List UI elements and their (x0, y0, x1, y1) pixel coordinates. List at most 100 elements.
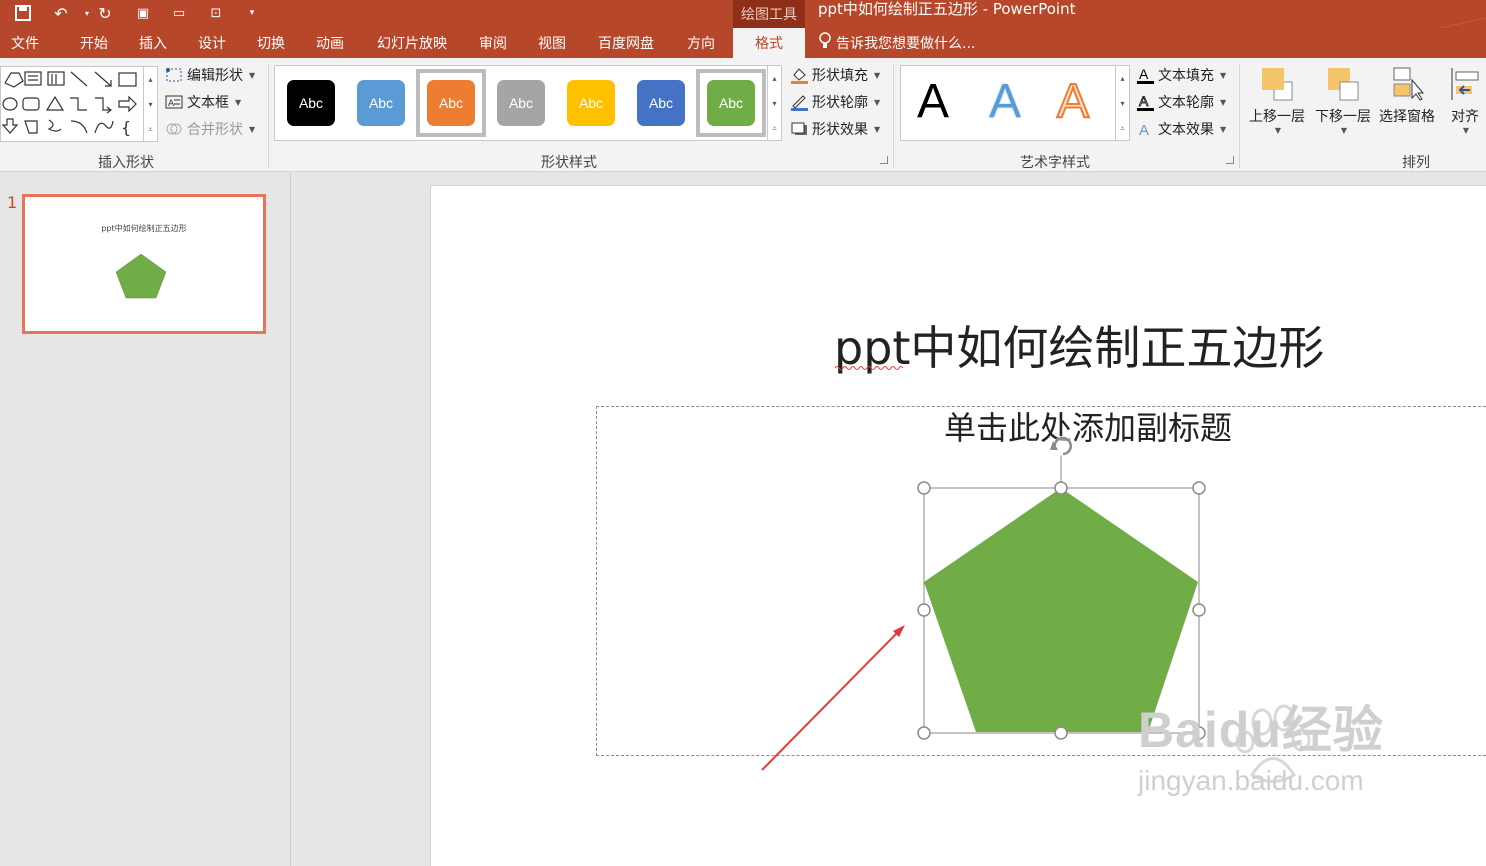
text-box-button[interactable]: A 文本框 ▼ (165, 91, 241, 113)
window-title: ppt中如何绘制正五边形 - PowerPoint (818, 0, 1076, 18)
watermark-sub: jingyan.baidu.com (1138, 765, 1364, 796)
tab-slideshow[interactable]: 幻灯片放映 (362, 28, 462, 58)
align-button[interactable]: 对齐 ▼ (1444, 66, 1486, 152)
shape-styles-group-label: 形状样式 (541, 155, 597, 171)
save-icon[interactable] (12, 2, 34, 24)
shape-style-swatch[interactable]: Abc (276, 69, 346, 137)
thumbnail-pentagon (115, 253, 167, 299)
svg-text:A: A (1139, 93, 1149, 109)
tell-me-box[interactable]: 告诉我您想要做什么... (818, 28, 975, 58)
shape-fill-button[interactable]: 形状填充 ▼ (790, 64, 880, 86)
edit-shape-button[interactable]: 编辑形状 ▼ (165, 64, 255, 86)
tab-review[interactable]: 审阅 (467, 28, 519, 58)
shape-style-swatch[interactable]: Abc (626, 69, 696, 137)
align-label: 对齐 (1451, 109, 1479, 125)
arrange-group-label: 排列 (1402, 155, 1430, 171)
styles-scroll-down-icon[interactable]: ▾ (767, 91, 781, 116)
dialog-launcher-icon[interactable] (880, 156, 888, 164)
shapes-more-icon[interactable]: ⩡ (143, 117, 157, 142)
tab-format[interactable]: 格式 (733, 28, 805, 58)
text-box-icon: A (165, 93, 183, 111)
tab-transitions[interactable]: 切换 (244, 28, 298, 58)
slide-thumbnail[interactable]: ppt中如何绘制正五边形 (22, 194, 266, 334)
shapes-gallery-icons: { (1, 71, 137, 137)
customize-icon[interactable]: ▾ (241, 2, 263, 24)
touch-mode-icon[interactable]: ⊡ (205, 2, 227, 24)
text-effects-label: 文本效果 (1158, 122, 1214, 138)
chevron-down-icon: ▼ (1340, 126, 1348, 135)
bring-forward-icon (1260, 66, 1294, 102)
bring-forward-button[interactable]: 上移一层 ▼ (1246, 66, 1308, 152)
dialog-launcher-icon[interactable] (1226, 156, 1234, 164)
chevron-down-icon: ▼ (249, 70, 256, 80)
shape-style-swatch[interactable]: Abc (556, 69, 626, 137)
redo-icon[interactable]: ↻ (94, 2, 116, 24)
shape-styles-gallery[interactable]: Abc Abc Abc Abc Abc Abc Abc ▴ ▾ ⩡ (274, 65, 782, 141)
tab-view[interactable]: 视图 (525, 28, 579, 58)
merge-shapes-icon (165, 120, 183, 138)
tab-baidu-netdisk[interactable]: 百度网盘 (584, 28, 668, 58)
shape-style-swatch[interactable]: Abc (486, 69, 556, 137)
subtitle-placeholder-text[interactable]: 单击此处添加副标题 (944, 406, 1232, 450)
shapes-gallery[interactable]: { ▴ ▾ ⩡ (0, 66, 158, 142)
chevron-down-icon: ▼ (1220, 124, 1227, 134)
edit-shape-icon (165, 66, 183, 84)
chevron-down-icon: ▼ (1462, 126, 1470, 135)
svg-text:{: { (121, 118, 131, 137)
shapes-scroll-down-icon[interactable]: ▾ (143, 92, 157, 117)
shape-effects-icon (790, 120, 808, 138)
svg-text:A: A (1139, 122, 1149, 138)
tab-home[interactable]: 开始 (66, 28, 122, 58)
shape-effects-label: 形状效果 (812, 122, 868, 138)
swatch-green: Abc (707, 80, 755, 126)
title-bar: ↶ ▾ ↻ ▣ ▭ ⊡ ▾ 绘图工具 ppt中如何绘制正五边形 - PowerP… (0, 0, 1486, 58)
wordart-scroll-down-icon[interactable]: ▾ (1115, 91, 1129, 116)
merge-shapes-button[interactable]: 合并形状 ▼ (165, 118, 255, 140)
shape-style-swatch[interactable]: Abc (696, 69, 766, 137)
text-box-label: 文本框 (187, 95, 229, 111)
wordart-sample-blue[interactable]: A (989, 74, 1021, 130)
ribbon: { ▴ ▾ ⩡ 编辑形状 ▼ A 文本框 ▼ 合并形状 ▼ 插入形状 Abc Abc … (0, 58, 1486, 172)
text-effects-button[interactable]: A 文本效果 ▼ (1136, 118, 1226, 140)
tab-design[interactable]: 设计 (185, 28, 239, 58)
shape-fill-label: 形状填充 (812, 68, 868, 84)
paint-bucket-icon (790, 66, 808, 84)
tab-file[interactable]: 文件 (0, 28, 50, 58)
tab-direction[interactable]: 方向 (674, 28, 728, 58)
chevron-down-icon: ▼ (1274, 126, 1282, 135)
comment-icon[interactable]: ▭ (168, 2, 190, 24)
undo-icon[interactable]: ↶ (50, 2, 72, 24)
tab-animations[interactable]: 动画 (303, 28, 357, 58)
insert-shapes-group-label: 插入形状 (98, 155, 154, 171)
wordart-sample-orange[interactable]: A (1056, 74, 1090, 130)
tab-insert[interactable]: 插入 (126, 28, 180, 58)
shape-style-swatch[interactable]: Abc (416, 69, 486, 137)
group-separator (1239, 64, 1240, 168)
send-backward-button[interactable]: 下移一层 ▼ (1312, 66, 1374, 152)
send-backward-label: 下移一层 (1315, 109, 1371, 125)
styles-scroll-up-icon[interactable]: ▴ (767, 66, 781, 91)
text-outline-label: 文本轮廓 (1158, 95, 1214, 111)
watermark-main: Baidu经验 (1138, 702, 1384, 758)
wordart-scroll-up-icon[interactable]: ▴ (1115, 66, 1129, 91)
group-separator (893, 64, 894, 168)
swatch-gray: Abc (497, 80, 545, 126)
present-icon[interactable]: ▣ (132, 2, 154, 24)
shape-effects-button[interactable]: 形状效果 ▼ (790, 118, 880, 140)
text-outline-button[interactable]: A 文本轮廓 ▼ (1136, 91, 1226, 113)
slide-title[interactable]: ppt中如何绘制正五边形 (834, 318, 1324, 378)
text-fill-button[interactable]: A 文本填充 ▼ (1136, 64, 1226, 86)
selection-pane-button[interactable]: 选择窗格 (1376, 66, 1438, 152)
group-separator (268, 64, 269, 168)
shape-outline-button[interactable]: 形状轮廓 ▼ (790, 91, 880, 113)
shapes-scroll-up-icon[interactable]: ▴ (143, 67, 157, 92)
chevron-down-icon: ▼ (1220, 70, 1227, 80)
styles-more-icon[interactable]: ⩡ (767, 116, 781, 141)
tell-me-text: 告诉我您想要做什么... (836, 36, 976, 52)
swatch-blue: Abc (357, 80, 405, 126)
chevron-down-icon: ▼ (235, 97, 242, 107)
wordart-sample-black[interactable]: A (917, 74, 949, 130)
wordart-gallery[interactable]: A A A ▴ ▾ ⩡ (900, 65, 1130, 141)
shape-style-swatch[interactable]: Abc (346, 69, 416, 137)
wordart-more-icon[interactable]: ⩡ (1115, 116, 1129, 141)
